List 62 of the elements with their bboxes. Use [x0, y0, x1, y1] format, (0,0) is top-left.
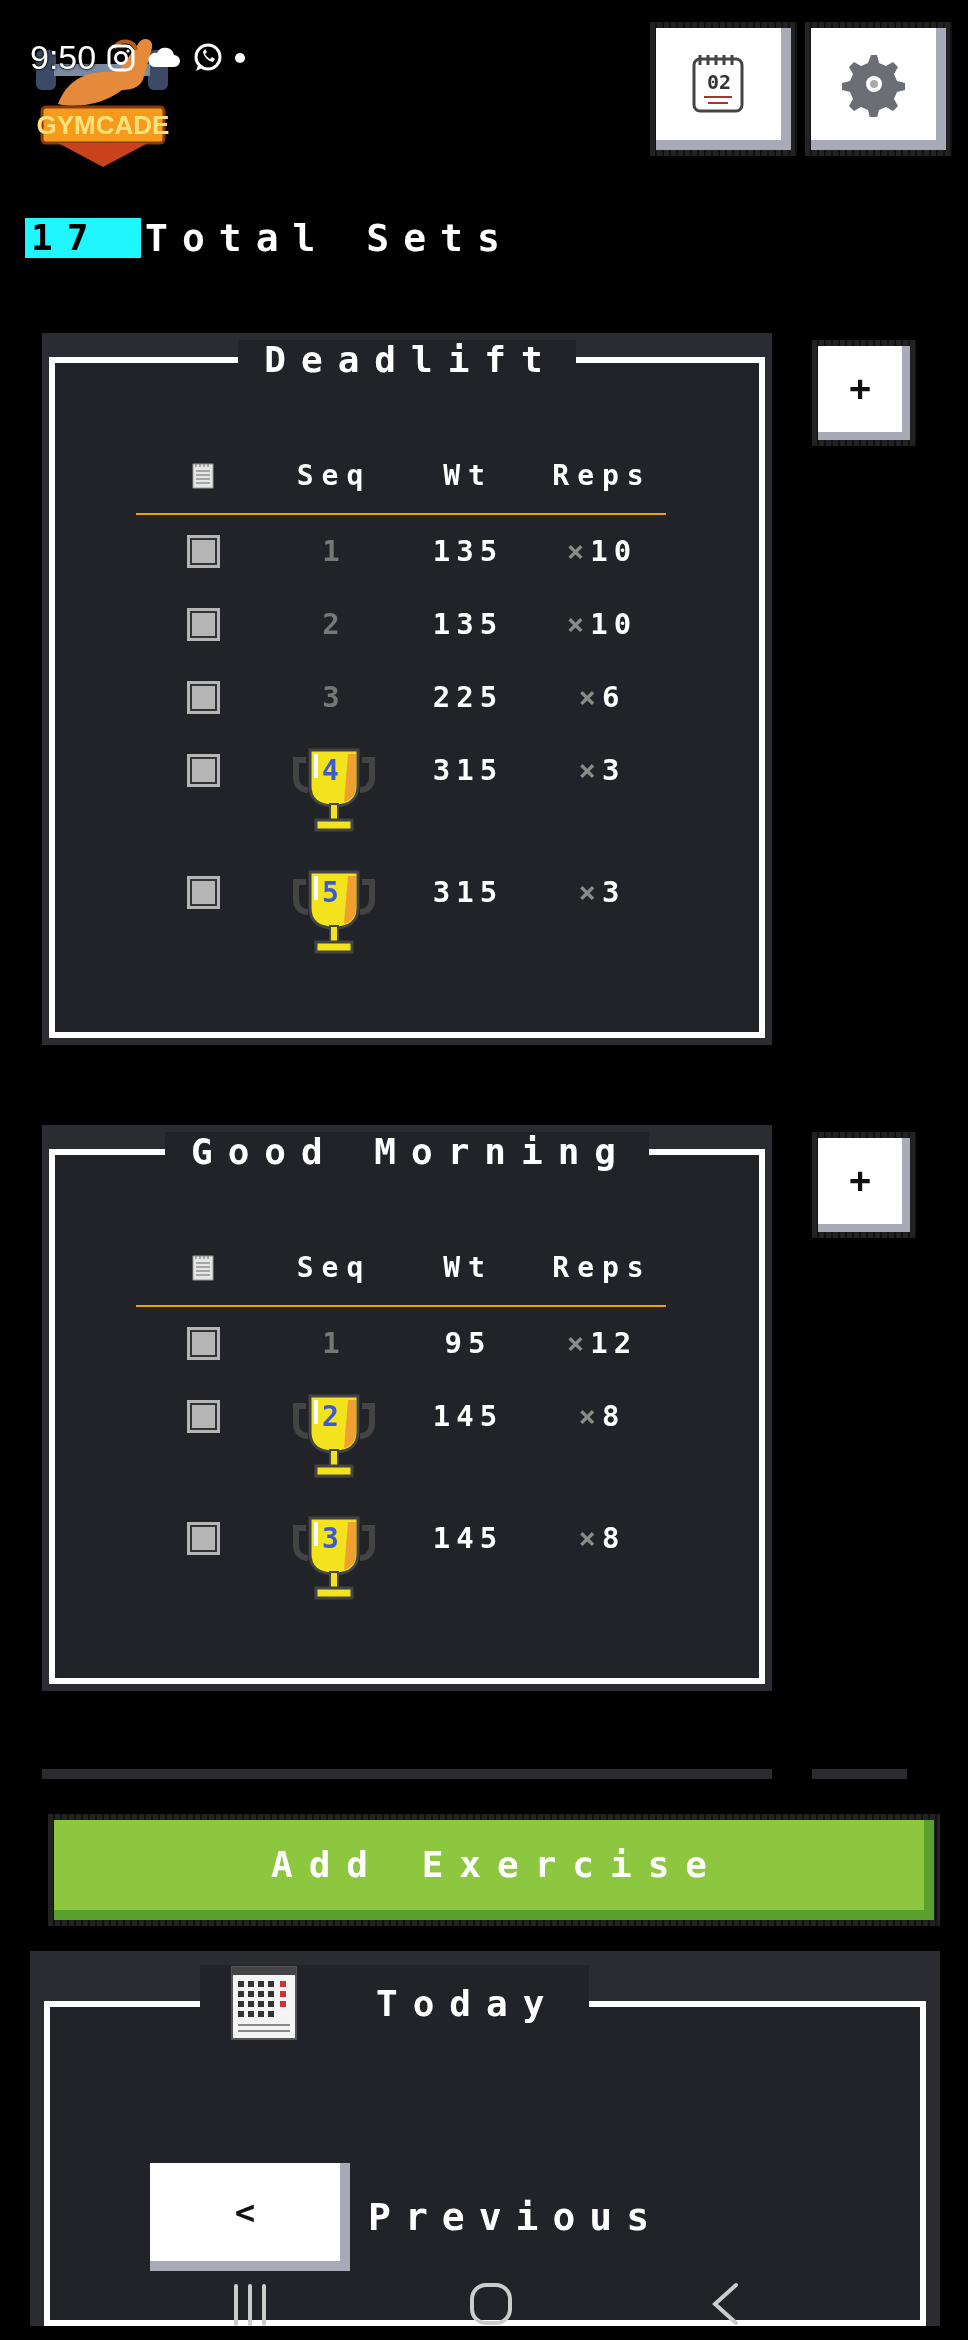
set-number: 1 [322, 533, 346, 569]
reps-value: 3 [602, 875, 626, 909]
checkbox[interactable] [186, 1522, 220, 1555]
column-header: Seq [296, 1250, 372, 1286]
reps-value: 8 [602, 1521, 626, 1555]
add-set-button[interactable]: + [818, 1138, 910, 1232]
checkbox[interactable] [186, 681, 220, 714]
notepad-icon [192, 463, 214, 489]
checkbox[interactable] [186, 754, 220, 787]
reps-value: 8 [602, 1399, 626, 1433]
weight-value: 315 [432, 874, 504, 910]
checkbox[interactable] [186, 876, 220, 909]
column-header: Seq [296, 458, 372, 494]
times-sign: × [578, 875, 602, 909]
checkbox[interactable] [186, 1327, 220, 1360]
weight-value: 225 [432, 679, 504, 715]
weight-value: 95 [444, 1325, 492, 1361]
calendar-icon [230, 1965, 298, 2043]
reps-value: 12 [590, 1326, 638, 1360]
column-header: Reps [552, 1250, 652, 1286]
column-header: Reps [552, 458, 652, 494]
weight-value: 145 [432, 1398, 504, 1434]
notepad-icon [192, 1255, 214, 1281]
set-number: 3 [322, 679, 346, 715]
set-number: 1 [322, 1325, 346, 1361]
times-sign: × [566, 534, 591, 568]
notification-dot-icon [234, 51, 247, 64]
reps-value: 3 [602, 753, 626, 787]
weight-value: 315 [432, 752, 504, 788]
reps-value: 10 [590, 607, 638, 641]
column-header: Wt [443, 1250, 493, 1286]
checkbox[interactable] [186, 535, 220, 568]
column-header: Wt [443, 458, 493, 494]
times-sign: × [566, 607, 591, 641]
set-number: 4 [322, 754, 339, 788]
previous-day-button[interactable]: < [150, 2163, 350, 2271]
set-number: 5 [322, 876, 339, 910]
set-number: 3 [322, 1522, 339, 1556]
checkbox[interactable] [186, 1400, 220, 1433]
settings-button[interactable] [811, 28, 946, 150]
date-title: Today [375, 1984, 560, 2024]
times-sign: × [578, 753, 602, 787]
times-sign: × [578, 1521, 602, 1555]
set-number: 2 [322, 606, 346, 642]
previous-label: Previous [368, 2193, 664, 2241]
add-set-button[interactable]: + [818, 346, 910, 440]
times-sign: × [578, 680, 602, 714]
set-count: 17 [25, 218, 141, 258]
times-sign: × [566, 1326, 591, 1360]
calendar-button[interactable]: 02 [656, 28, 791, 150]
reps-value: 6 [602, 680, 626, 714]
weight-value: 135 [432, 606, 504, 642]
reps-value: 10 [590, 534, 638, 568]
times-sign: × [578, 1399, 602, 1433]
checkbox[interactable] [186, 608, 220, 641]
camera-app-icon [106, 42, 137, 73]
exercise-title: Good Morning [164, 1132, 650, 1172]
weight-value: 145 [432, 1520, 504, 1556]
set-number: 2 [322, 1400, 339, 1434]
total-sets-label: Total Sets [145, 218, 514, 258]
home-icon[interactable] [469, 2282, 513, 2326]
weight-value: 135 [432, 533, 504, 569]
